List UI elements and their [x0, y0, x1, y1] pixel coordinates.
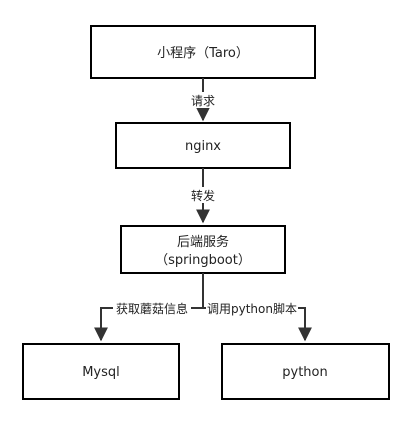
node-backend[interactable]: 后端服务 （springboot） — [120, 225, 286, 274]
edge-request: 请求 — [186, 78, 220, 122]
node-mysql[interactable]: Mysql — [22, 343, 180, 400]
edge-fetch: 获取蘑菇信息 — [94, 273, 204, 342]
edge-call-label: 调用python脚本 — [207, 301, 297, 316]
node-nginx-label: nginx — [185, 139, 221, 154]
node-mysql-label: Mysql — [82, 365, 120, 380]
node-backend-label-line2: （springboot） — [155, 253, 251, 268]
edge-request-label: 请求 — [191, 94, 215, 108]
node-python-label: python — [282, 365, 327, 380]
node-nginx[interactable]: nginx — [115, 122, 291, 169]
node-python[interactable]: python — [221, 343, 390, 400]
edge-fetch-label: 获取蘑菇信息 — [116, 301, 188, 316]
edge-forward-label: 转发 — [191, 188, 215, 203]
node-backend-label-line1: 后端服务 — [177, 234, 229, 250]
architecture-diagram: 小程序（Taro） 请求 nginx 转发 后端服务 （springboot） … — [22, 25, 390, 400]
node-miniapp-label: 小程序（Taro） — [157, 46, 249, 61]
node-miniapp[interactable]: 小程序（Taro） — [90, 25, 316, 79]
edge-call: 调用python脚本 — [203, 301, 312, 342]
edge-forward: 转发 — [186, 168, 220, 224]
